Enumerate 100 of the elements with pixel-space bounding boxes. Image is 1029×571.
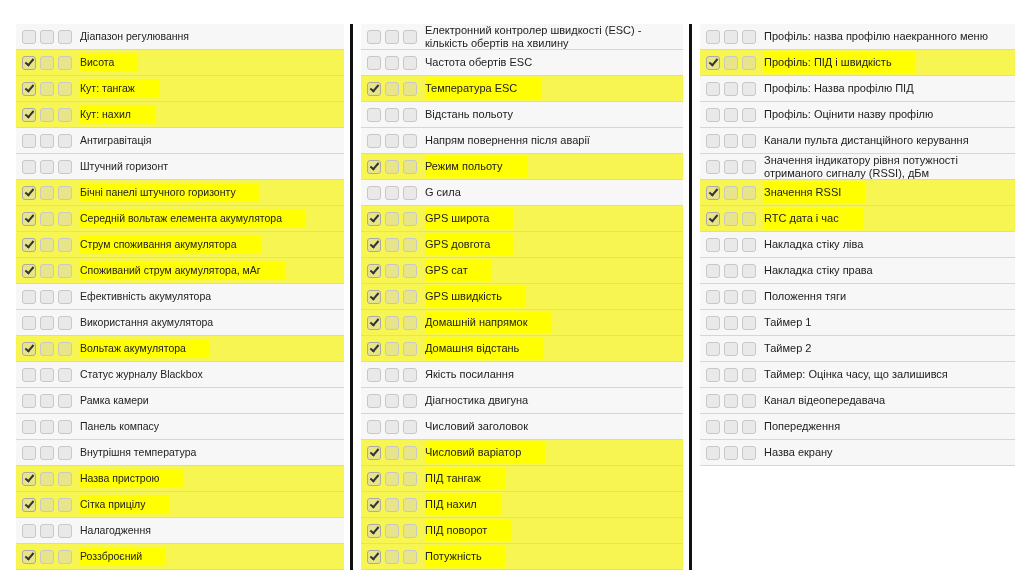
checkbox[interactable] — [367, 445, 381, 460]
checkbox[interactable] — [706, 107, 720, 122]
checkbox[interactable] — [367, 523, 381, 538]
checkbox[interactable] — [724, 185, 738, 200]
checkbox[interactable] — [367, 263, 381, 278]
checkbox[interactable] — [40, 419, 54, 434]
checkbox[interactable] — [22, 289, 36, 304]
checkbox[interactable] — [58, 393, 72, 408]
checkbox[interactable] — [706, 237, 720, 252]
checkbox[interactable] — [742, 237, 756, 252]
checkbox[interactable] — [724, 107, 738, 122]
checkbox[interactable] — [724, 81, 738, 96]
checkbox[interactable] — [22, 211, 36, 226]
checkbox[interactable] — [367, 211, 381, 226]
checkbox[interactable] — [742, 159, 756, 174]
checkbox[interactable] — [40, 263, 54, 278]
checkbox[interactable] — [22, 55, 36, 70]
checkbox[interactable] — [22, 159, 36, 174]
checkbox[interactable] — [58, 341, 72, 356]
checkbox[interactable] — [724, 133, 738, 148]
checkbox[interactable] — [58, 29, 72, 44]
checkbox[interactable] — [706, 81, 720, 96]
checkbox[interactable] — [22, 445, 36, 460]
checkbox[interactable] — [724, 29, 738, 44]
checkbox[interactable] — [58, 211, 72, 226]
checkbox[interactable] — [367, 419, 381, 434]
checkbox[interactable] — [403, 133, 417, 148]
checkbox[interactable] — [724, 315, 738, 330]
checkbox[interactable] — [742, 393, 756, 408]
checkbox[interactable] — [385, 497, 399, 512]
checkbox[interactable] — [367, 133, 381, 148]
checkbox[interactable] — [58, 549, 72, 564]
checkbox[interactable] — [403, 523, 417, 538]
checkbox[interactable] — [385, 237, 399, 252]
checkbox[interactable] — [40, 55, 54, 70]
checkbox[interactable] — [367, 81, 381, 96]
checkbox[interactable] — [706, 341, 720, 356]
checkbox[interactable] — [724, 263, 738, 278]
checkbox[interactable] — [706, 29, 720, 44]
checkbox[interactable] — [403, 289, 417, 304]
checkbox[interactable] — [58, 81, 72, 96]
checkbox[interactable] — [58, 185, 72, 200]
checkbox[interactable] — [385, 289, 399, 304]
checkbox[interactable] — [385, 471, 399, 486]
checkbox[interactable] — [40, 315, 54, 330]
checkbox[interactable] — [22, 367, 36, 382]
checkbox[interactable] — [724, 445, 738, 460]
checkbox[interactable] — [40, 393, 54, 408]
checkbox[interactable] — [40, 237, 54, 252]
checkbox[interactable] — [706, 419, 720, 434]
checkbox[interactable] — [742, 367, 756, 382]
checkbox[interactable] — [367, 549, 381, 564]
checkbox[interactable] — [403, 237, 417, 252]
checkbox[interactable] — [706, 159, 720, 174]
checkbox[interactable] — [403, 211, 417, 226]
checkbox[interactable] — [706, 263, 720, 278]
checkbox[interactable] — [367, 497, 381, 512]
checkbox[interactable] — [22, 107, 36, 122]
checkbox[interactable] — [742, 29, 756, 44]
checkbox[interactable] — [22, 549, 36, 564]
checkbox[interactable] — [22, 81, 36, 96]
checkbox[interactable] — [40, 549, 54, 564]
checkbox[interactable] — [403, 549, 417, 564]
checkbox[interactable] — [367, 341, 381, 356]
checkbox[interactable] — [724, 159, 738, 174]
checkbox[interactable] — [742, 211, 756, 226]
checkbox[interactable] — [403, 315, 417, 330]
checkbox[interactable] — [403, 497, 417, 512]
checkbox[interactable] — [403, 419, 417, 434]
checkbox[interactable] — [724, 393, 738, 408]
checkbox[interactable] — [367, 289, 381, 304]
checkbox[interactable] — [385, 159, 399, 174]
checkbox[interactable] — [22, 237, 36, 252]
checkbox[interactable] — [367, 29, 381, 44]
checkbox[interactable] — [742, 341, 756, 356]
checkbox[interactable] — [742, 289, 756, 304]
checkbox[interactable] — [706, 445, 720, 460]
checkbox[interactable] — [40, 523, 54, 538]
checkbox[interactable] — [367, 107, 381, 122]
checkbox[interactable] — [58, 263, 72, 278]
checkbox[interactable] — [742, 315, 756, 330]
checkbox[interactable] — [724, 211, 738, 226]
checkbox[interactable] — [706, 393, 720, 408]
checkbox[interactable] — [22, 185, 36, 200]
checkbox[interactable] — [385, 263, 399, 278]
checkbox[interactable] — [742, 107, 756, 122]
checkbox[interactable] — [367, 367, 381, 382]
checkbox[interactable] — [385, 29, 399, 44]
checkbox[interactable] — [403, 263, 417, 278]
checkbox[interactable] — [22, 419, 36, 434]
checkbox[interactable] — [706, 289, 720, 304]
checkbox[interactable] — [724, 419, 738, 434]
checkbox[interactable] — [742, 263, 756, 278]
checkbox[interactable] — [22, 263, 36, 278]
checkbox[interactable] — [22, 315, 36, 330]
checkbox[interactable] — [724, 341, 738, 356]
checkbox[interactable] — [22, 393, 36, 408]
checkbox[interactable] — [58, 237, 72, 252]
checkbox[interactable] — [367, 185, 381, 200]
checkbox[interactable] — [403, 445, 417, 460]
